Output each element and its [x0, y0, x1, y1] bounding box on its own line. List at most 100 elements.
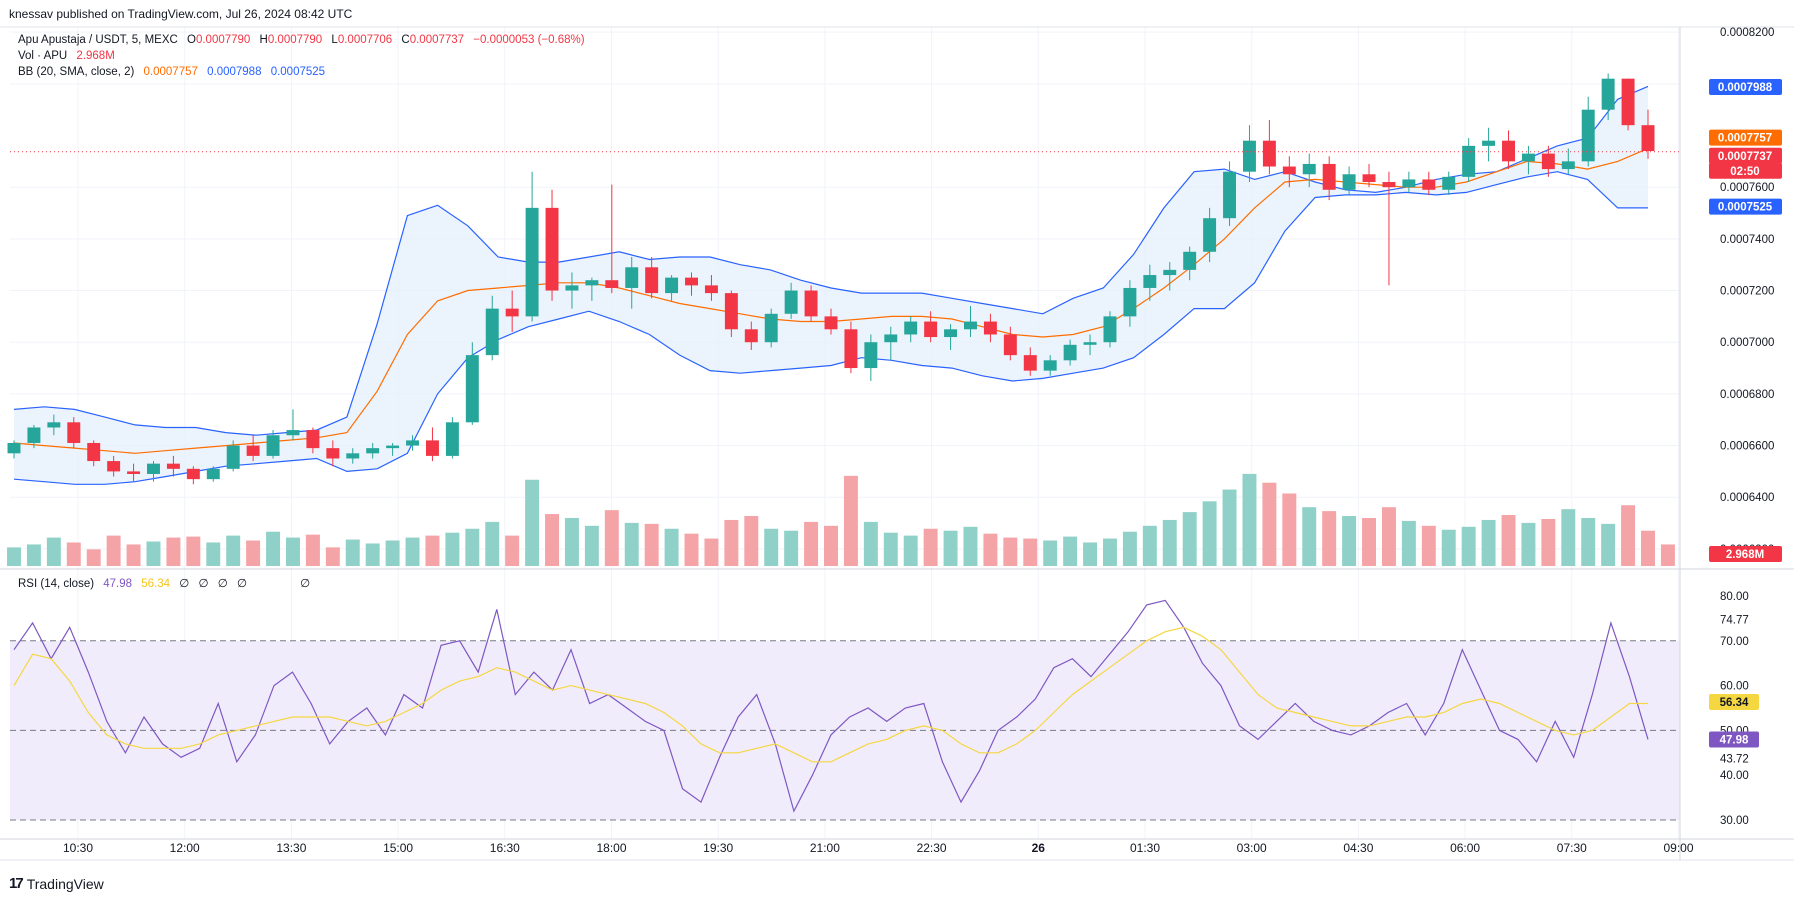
volume-bar	[1641, 530, 1655, 566]
volume-bar	[1541, 518, 1556, 566]
price-tick-label: 0.0006400	[1720, 492, 1774, 504]
candle-body	[1561, 161, 1575, 170]
legend-low: L0.0007706	[331, 34, 393, 46]
candle-body	[1083, 342, 1097, 345]
volume-bar	[1122, 531, 1137, 566]
candle-body	[744, 329, 758, 343]
volume-bar	[883, 532, 898, 566]
rsi-tick-label: 43.72	[1720, 754, 1749, 766]
volume-bar	[963, 526, 978, 566]
candle-body	[724, 293, 738, 330]
candle-body	[685, 277, 698, 286]
candle-body	[844, 329, 858, 369]
legend-volume: Vol · APU 2.968M	[18, 50, 121, 62]
volume-bar	[425, 535, 440, 566]
candle-body	[1621, 78, 1635, 126]
volume-bar	[66, 542, 81, 566]
candle-body	[1442, 176, 1456, 190]
volume-bar	[1421, 525, 1436, 566]
candle-body	[1123, 287, 1137, 317]
candle-body	[386, 445, 400, 449]
volume-bar	[604, 510, 619, 566]
candle-body	[445, 422, 459, 456]
price-tick-label: 0.0008200	[1720, 27, 1774, 39]
volume-bar	[744, 516, 759, 566]
time-tick-label: 13:30	[276, 841, 306, 855]
volume-bar	[1561, 509, 1576, 566]
legend-bb-basis: 0.0007757	[143, 66, 198, 78]
volume-bar	[1222, 489, 1237, 566]
candle-body	[1282, 166, 1296, 175]
volume-bar	[1302, 507, 1317, 566]
volume-bar	[1083, 542, 1098, 566]
candle-body	[645, 267, 659, 294]
volume-bar	[1162, 519, 1177, 566]
volume-bar	[365, 543, 380, 566]
candle-body	[226, 445, 240, 469]
volume-bar	[266, 531, 281, 566]
price-tick-label: 0.0007200	[1720, 286, 1774, 298]
rsi-tick-label: 80.00	[1720, 591, 1749, 603]
legend-bb-lower: 0.0007525	[270, 66, 326, 78]
volume-bar	[1342, 516, 1357, 566]
volume-bar	[943, 530, 958, 566]
volume-bar	[1660, 544, 1675, 566]
candle-body	[306, 430, 320, 449]
candle-body	[1223, 171, 1237, 219]
candle-body	[1521, 153, 1535, 162]
candle-body	[1203, 218, 1217, 252]
volume-bar	[903, 535, 918, 566]
rsi-pane	[10, 599, 1680, 821]
volume-bar	[505, 535, 520, 566]
candle-body	[1023, 355, 1037, 371]
candle-body	[1063, 344, 1077, 361]
candle-body	[1262, 140, 1276, 167]
candle-body	[605, 280, 619, 288]
price-tick-label: 0.0007000	[1720, 337, 1774, 349]
legend-rsi-extra-1: ∅	[198, 578, 209, 590]
volume-bar	[1481, 519, 1496, 566]
candle-body	[107, 461, 121, 472]
rsi-tick-label: 40.00	[1720, 770, 1749, 782]
candle-body	[1422, 179, 1436, 190]
candle-body	[1502, 140, 1515, 162]
candle-body	[665, 277, 679, 294]
candle-body	[784, 290, 798, 314]
volume-bar	[345, 539, 360, 566]
volume-bar	[764, 528, 779, 566]
candle-body	[485, 308, 499, 356]
tradingview-logo-icon: 17	[9, 875, 24, 892]
volume-bar	[1182, 512, 1197, 566]
candle-body	[1322, 163, 1336, 190]
volume-bar	[246, 540, 261, 566]
time-tick-label: 01:30	[1130, 841, 1160, 855]
candle-body	[465, 355, 479, 423]
legend-close: C0.0007737	[401, 34, 465, 46]
volume-bar	[664, 528, 679, 566]
volume-bar	[704, 538, 719, 566]
candle-body	[1143, 275, 1157, 288]
volume-bar	[1601, 523, 1616, 566]
volume-bar	[126, 544, 141, 566]
volume-bar	[1063, 536, 1078, 566]
candle-body	[1402, 179, 1416, 188]
volume-bar	[1262, 482, 1277, 566]
volume-bar	[684, 533, 699, 566]
candle-body	[1462, 145, 1476, 177]
volume-bar	[1142, 525, 1157, 566]
chart-canvas[interactable]: 0.00082000.00080000.00076000.00074000.00…	[0, 0, 1794, 901]
candle-body	[964, 321, 977, 330]
candle-body	[525, 207, 539, 317]
price-tick-label: 0.0007600	[1720, 182, 1774, 194]
volume-bar	[1501, 515, 1516, 566]
legend-high: H0.0007790	[259, 34, 323, 46]
volume-bar	[624, 522, 639, 566]
candle-body	[425, 440, 439, 456]
candle-body	[1601, 78, 1615, 110]
candle-body	[704, 285, 718, 294]
tradingview-logo[interactable]: 17 TradingView	[9, 875, 104, 892]
volume-bar	[7, 547, 21, 566]
volume-bar	[1322, 511, 1337, 566]
price-tick-label: 0.0007400	[1720, 234, 1774, 246]
time-tick-label: 19:30	[703, 841, 733, 855]
